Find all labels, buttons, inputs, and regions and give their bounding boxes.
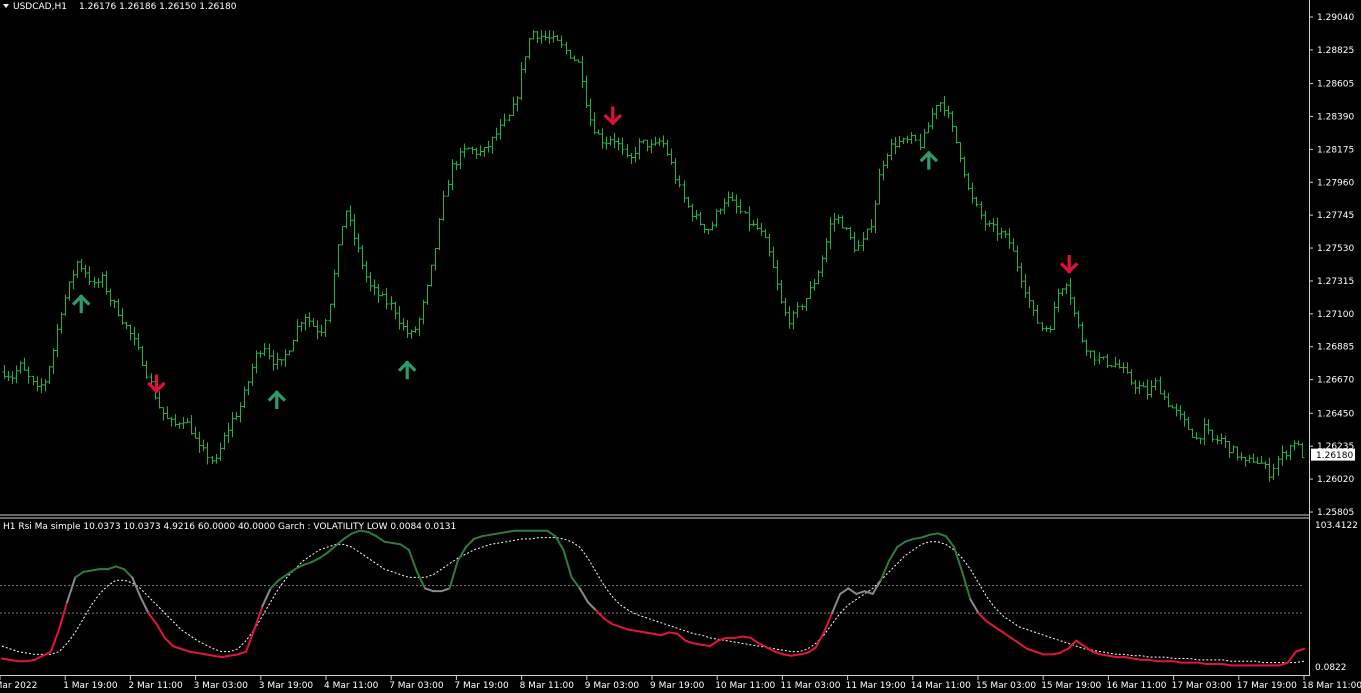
time-tick-label: 17 Mar 19:00 (1237, 681, 1297, 691)
rsi-segment (1107, 654, 1118, 659)
price-tick-label: 1.27960 (1317, 178, 1354, 188)
rsi-segment (220, 654, 231, 659)
price-tick-label: 1.28390 (1317, 112, 1354, 122)
time-tick-label: 4 Mar 11:00 (324, 681, 379, 691)
current-price-label: 1.26180 (1316, 451, 1353, 461)
time-tick-label: 3 Mar 19:00 (259, 681, 314, 691)
rsi-segment (204, 653, 215, 657)
rsi-segment (643, 631, 654, 635)
time-tick-label: 8 Mar 11:00 (520, 681, 575, 691)
rsi-segment (505, 529, 516, 534)
rsi-segment (90, 568, 101, 572)
price-tick-label: 1.29040 (1317, 13, 1354, 23)
rsi-segment (489, 532, 500, 536)
rsi-segment (782, 653, 793, 657)
time-tick-label: 11 Mar 03:00 (780, 681, 840, 691)
time-tick-label: 1 Mar 19:00 (63, 681, 118, 691)
ohlc-values: 1.26176 1.26186 1.26150 1.26180 (79, 2, 237, 12)
rsi-segment (391, 542, 402, 546)
rsi-segment (1050, 651, 1061, 656)
rsi-segment (481, 533, 492, 538)
rsi-segment (188, 650, 199, 654)
price-tick-label: 1.27100 (1317, 310, 1354, 320)
rsi-segment (228, 653, 239, 657)
time-tick-label: 15 Mar 19:00 (1041, 681, 1101, 691)
price-tick-label: 1.28175 (1317, 145, 1354, 155)
time-tick-label: 15 Mar 03:00 (976, 681, 1036, 691)
indicator-min-label: 0.0822 (1315, 663, 1347, 673)
price-tick-label: 1.28825 (1317, 46, 1354, 56)
price-tick-label: 1.26020 (1317, 475, 1354, 485)
time-tick-label: 2 Mar 11:00 (128, 681, 183, 691)
time-tick-label: 18 Mar 11:00 (1302, 681, 1361, 691)
chart-header: USDCAD,H1 1.26176 1.26186 1.26150 1.2618… (3, 2, 237, 12)
price-tick-label: 1.25805 (1317, 508, 1354, 518)
symbol-label: USDCAD,H1 (13, 2, 67, 12)
time-tick-label: 9 Mar 03:00 (585, 681, 640, 691)
rsi-segment (1123, 656, 1135, 660)
chart-canvas: 1.29040 1.28825 1.28605 1.28390 1.28175 1.279… (0, 0, 1361, 693)
rsi-segment (798, 651, 809, 656)
price-tick-label: 1.28605 (1317, 80, 1354, 90)
rsi-segment (359, 529, 370, 534)
rsi-segment (733, 635, 744, 639)
rsi-segment (627, 628, 638, 633)
time-tick-label: 11 Mar 19:00 (846, 681, 906, 691)
price-tick-label: 1.26670 (1317, 376, 1354, 386)
rsi-segment (1099, 653, 1110, 657)
time-tick-label: 9 Mar 19:00 (650, 681, 705, 691)
rsi-segment (196, 651, 207, 656)
time-tick-label: 3 Mar 03:00 (194, 681, 249, 691)
rsi-segment (635, 630, 646, 634)
rsi-segment (1132, 657, 1143, 661)
rsi-segment (692, 642, 703, 646)
rsi-segment (652, 632, 663, 637)
rsi-segment (790, 653, 801, 657)
rsi-segment (1, 657, 12, 661)
time-tick-label: 7 Mar 19:00 (454, 681, 509, 691)
rsi-segment (1197, 661, 1208, 665)
time-tick-label: 10 Mar 11:00 (715, 681, 775, 691)
rsi-segment (741, 635, 752, 639)
price-tick-label: 1.27530 (1317, 244, 1354, 254)
price-tick-label: 1.27745 (1317, 211, 1354, 221)
rsi-segment (82, 569, 93, 573)
chart-background (0, 0, 1361, 693)
time-tick-label: 7 Mar 03:00 (389, 681, 444, 691)
rsi-segment (912, 536, 923, 540)
rsi-segment (9, 658, 20, 663)
rsi-segment (1221, 662, 1232, 667)
rsi-segment (497, 531, 508, 535)
rsi-segment (25, 658, 36, 663)
current-price-tag: 1.26180 (1311, 448, 1355, 461)
rsi-segment (383, 540, 394, 545)
rsi-segment (1148, 658, 1159, 663)
time-tick-label: 17 Mar 03:00 (1172, 681, 1232, 691)
indicator-label: H1 Rsi Ma simple 10.0373 10.0373 4.9216 … (3, 522, 456, 532)
rsi-segment (1172, 660, 1183, 664)
price-tick-label: 1.27315 (1317, 277, 1354, 287)
rsi-segment (928, 532, 939, 536)
price-tick-label: 1.26450 (1317, 409, 1354, 419)
indicator-max-label: 103.4122 (1315, 521, 1358, 531)
time-tick-label: 14 Mar 11:00 (911, 681, 971, 691)
rsi-segment (212, 654, 223, 659)
price-tick-label: 1.26885 (1317, 343, 1354, 353)
rsi-segment (700, 643, 711, 648)
rsi-segment (668, 631, 679, 635)
time-tick-label: 16 Mar 11:00 (1106, 681, 1166, 691)
time-tick-label: 1 Mar 2022 (0, 681, 37, 691)
